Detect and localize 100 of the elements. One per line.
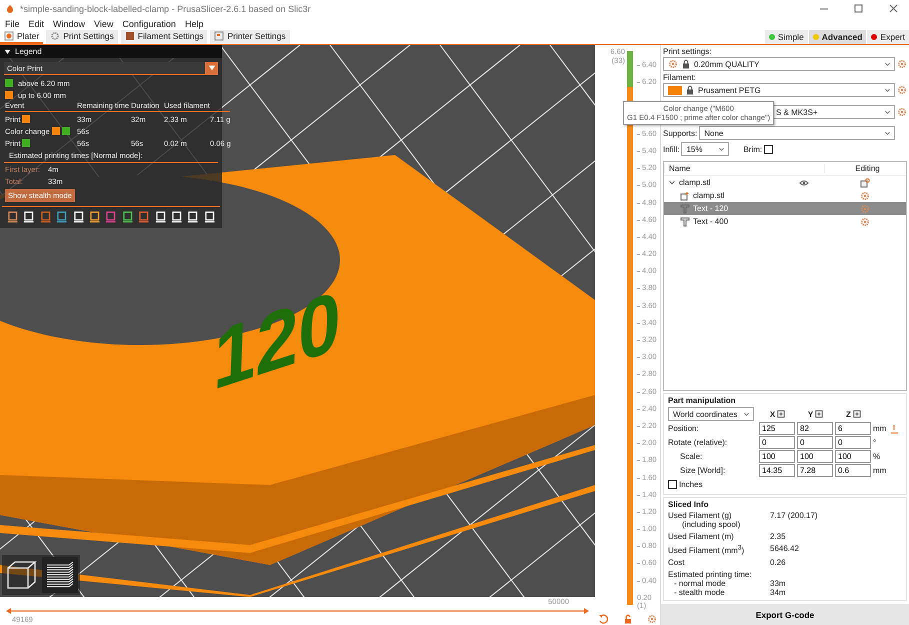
info-label: Used Filament (m) [668, 532, 734, 542]
filament-dropdown[interactable]: Prusament PETG [663, 83, 895, 97]
info-value: 0.26 [770, 558, 787, 567]
export-gcode-button[interactable]: Export G-code [661, 604, 909, 625]
eye-icon[interactable] [799, 178, 809, 188]
toolbar-icon[interactable] [186, 210, 200, 224]
field-label: Brim: [743, 144, 762, 154]
axis-label: X [770, 410, 776, 419]
menu-item[interactable]: Window [53, 19, 86, 29]
mode-button[interactable]: Simple [764, 30, 808, 44]
number-field[interactable]: 100 [835, 450, 871, 464]
legend-title: Legend [15, 47, 42, 56]
spool-icon [124, 31, 135, 41]
object-name: Text - 400 [693, 217, 728, 226]
toolbar-icon[interactable] [202, 210, 216, 224]
target-icon [4, 31, 14, 41]
add-part-icon[interactable] [860, 178, 870, 188]
lock-icon [681, 59, 691, 69]
toolbar-icon[interactable] [88, 210, 102, 224]
field-label: Scale: [679, 452, 704, 462]
toolbar-icon[interactable] [170, 210, 184, 224]
number-field[interactable]: 100 [759, 450, 795, 464]
tab[interactable]: Printer Settings [210, 30, 290, 44]
undo-icon[interactable] [598, 614, 608, 624]
print-profile-dropdown[interactable]: 0.20mm QUALITY [663, 57, 895, 71]
drop-to-bed-icon[interactable] [889, 424, 900, 434]
number-field[interactable]: 125 [759, 422, 795, 436]
mode-button[interactable]: Expert [867, 30, 909, 44]
supports-dropdown[interactable]: None [699, 126, 895, 140]
info-value: 2.35 [770, 532, 787, 542]
coordinates-dropdown[interactable]: World coordinates [668, 407, 754, 422]
field-label: Inches [679, 480, 703, 490]
lock-icon[interactable] [622, 614, 632, 624]
object-name: clamp.stl [693, 191, 725, 200]
tab[interactable]: Plater [0, 30, 44, 44]
number-field[interactable]: 0.6 [835, 464, 871, 478]
app-logo-icon [5, 4, 15, 14]
object-row[interactable]: clamp.stl [664, 176, 906, 189]
number-field[interactable]: 6 [835, 422, 871, 436]
toolbar-icon[interactable] [22, 210, 36, 224]
lock-icon [685, 85, 695, 95]
column-header: Editing [824, 164, 906, 173]
field-label: Rotate (relative): [668, 438, 728, 448]
axis-icon [777, 409, 786, 420]
inches-checkbox[interactable] [668, 480, 677, 490]
info-label: - stealth mode [673, 588, 726, 597]
field-label: Supports: [663, 128, 698, 138]
column-header: Name [664, 164, 784, 173]
brim-checkbox[interactable] [764, 144, 774, 154]
number-field[interactable]: 0 [759, 436, 795, 450]
field-label: Infill: [663, 144, 680, 154]
number-field[interactable]: 0 [835, 436, 871, 450]
info-value: 34m [770, 588, 787, 597]
settings-icon[interactable] [897, 59, 907, 69]
settings-icon[interactable] [897, 107, 907, 117]
number-field[interactable]: 82 [797, 422, 833, 436]
info-value: 7.17 (200.17) [770, 511, 819, 522]
info-label: Used Filament (g) [668, 511, 732, 520]
menu-item[interactable]: View [94, 19, 114, 29]
mode-button[interactable]: Advanced [808, 30, 866, 44]
menu-item[interactable]: Edit [28, 19, 44, 29]
horizontal-slider-fill[interactable] [6, 607, 589, 615]
layers-icon[interactable] [42, 557, 78, 593]
section-title: Part manipulation [668, 396, 737, 406]
number-field[interactable]: 14.35 [759, 464, 795, 478]
info-label: Cost [668, 558, 684, 567]
axis-label: Y [808, 410, 814, 419]
number-field[interactable]: 7.28 [797, 464, 833, 478]
field-label: Position: [668, 424, 700, 434]
info-label: (including spool) [681, 520, 742, 530]
object-row[interactable]: Text - 400 [664, 215, 906, 228]
number-field[interactable]: 100 [797, 450, 833, 464]
number-field[interactable]: 0 [797, 436, 833, 450]
menu-item[interactable]: File [5, 19, 20, 29]
field-label: Size [World]: [679, 466, 726, 476]
field-label: Filament: [663, 73, 697, 83]
part-icon [680, 190, 690, 200]
menu-item[interactable]: Configuration [122, 19, 176, 29]
object-name: Text - 120 [693, 204, 728, 213]
object-row[interactable]: clamp.stl [664, 189, 906, 202]
color-change-segment [627, 51, 633, 87]
info-value: 33m [770, 579, 787, 588]
field-label: Print settings: [663, 47, 712, 57]
unit-label: mm [873, 466, 886, 476]
model-label: 120 [212, 271, 342, 408]
infill-dropdown[interactable]: 15% [681, 142, 730, 156]
printer-icon [214, 31, 224, 41]
settings-icon[interactable] [897, 85, 907, 95]
tab[interactable]: Filament Settings [120, 30, 208, 44]
settings-icon[interactable] [647, 614, 657, 624]
toolbar-icon[interactable] [72, 210, 85, 224]
unit-label: ° [873, 438, 876, 448]
unit-label: % [873, 452, 880, 462]
menu-item[interactable]: Help [184, 19, 204, 29]
toolbar-icon[interactable] [120, 210, 134, 224]
tab[interactable]: Print Settings [46, 30, 118, 44]
window-title: *simple-sanding-block-labelled-clamp - PrusaSlicer-2.6.1 based on Slic3r [20, 4, 312, 14]
info-label: - normal mode [673, 579, 727, 588]
toolbar-icon[interactable] [154, 210, 167, 224]
info-label: Used Filament (mm$^{3}$) [668, 546, 744, 555]
